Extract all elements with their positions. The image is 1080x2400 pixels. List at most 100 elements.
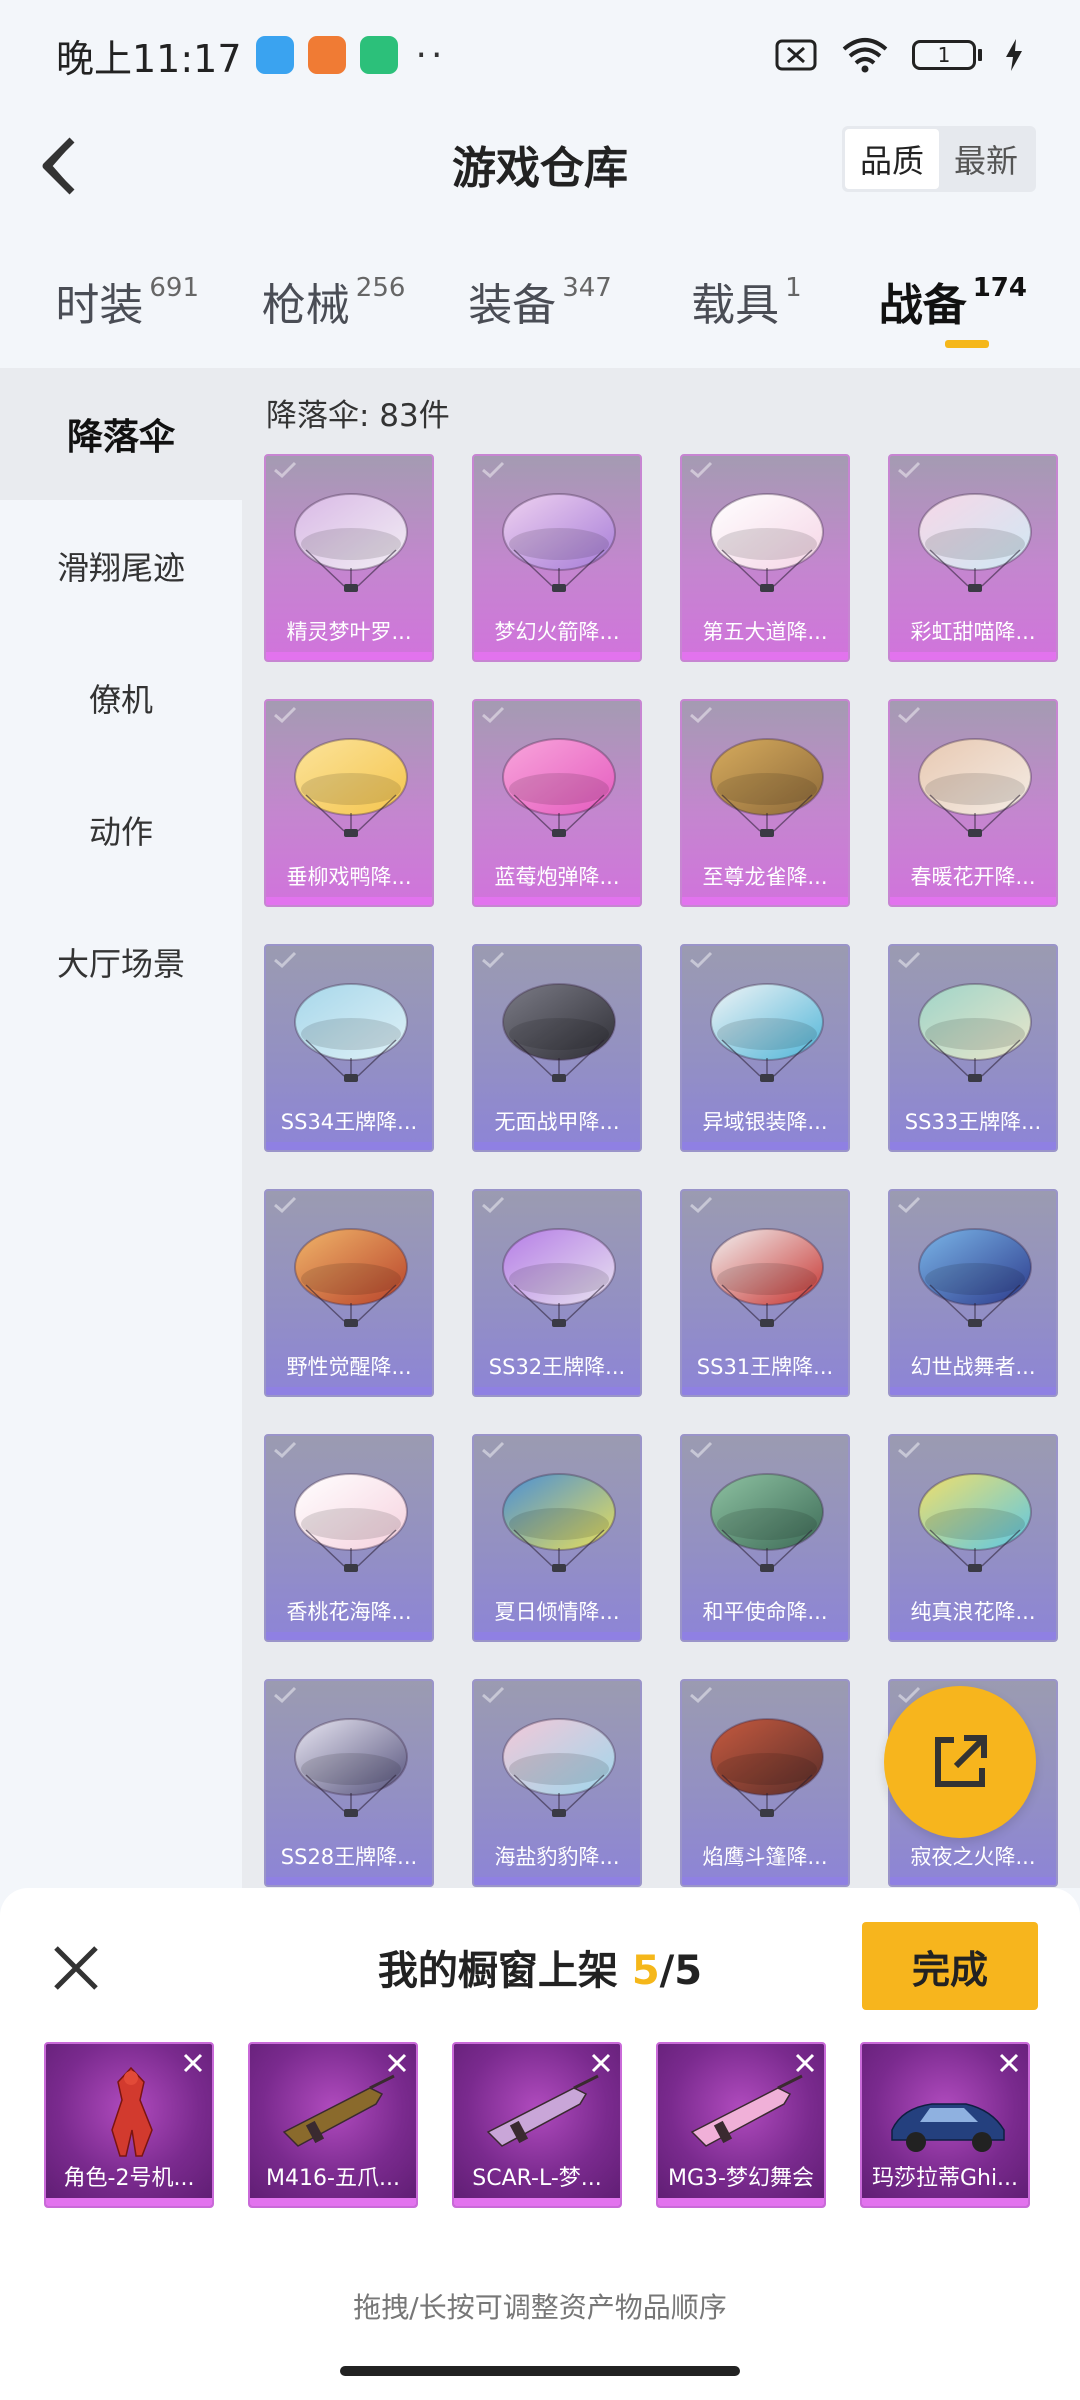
parachute-name: 蓝莓炮弹降...: [494, 865, 620, 889]
drag-hint: 拖拽/长按可调整资产物品顺序: [353, 2291, 727, 2324]
item-thumbnail: [486, 2074, 599, 2147]
rarity-bar: [46, 2198, 212, 2206]
parachute-card[interactable]: 精灵梦叶罗...: [264, 454, 434, 662]
showcase-slot-scar[interactable]: SCAR-L-梦...: [452, 2042, 622, 2208]
sidebar-item-lobby-scene[interactable]: 大厅场景: [0, 896, 242, 1028]
sort-toggle: 品质 最新: [842, 126, 1036, 192]
parachute-card[interactable]: 第五大道降...: [680, 454, 850, 662]
sidebar-item-wingman[interactable]: 僚机: [0, 632, 242, 764]
parachute-name: 至尊龙雀降...: [702, 865, 828, 889]
parachute-thumbnail: [918, 493, 1032, 592]
sidebar-item-parachute[interactable]: 降落伞: [0, 368, 242, 500]
tab-outfits[interactable]: 时装 691: [24, 255, 230, 360]
parachute-name: 无面战甲降...: [494, 1110, 620, 1134]
parachute-thumbnail: [294, 983, 408, 1082]
parachute-name: SS31王牌降...: [696, 1355, 834, 1379]
sort-latest-button[interactable]: 最新: [939, 129, 1033, 189]
parachute-card[interactable]: SS28王牌降...: [264, 1679, 434, 1887]
parachute-thumbnail: [710, 738, 824, 837]
parachute-card[interactable]: 春暖花开降...: [888, 699, 1058, 907]
showcase-slot-car[interactable]: 玛莎拉蒂Ghi...: [860, 2042, 1030, 2208]
parachute-card[interactable]: 野性觉醒降...: [264, 1189, 434, 1397]
parachute-card[interactable]: 海盐豹豹降...: [472, 1679, 642, 1887]
sidebar: 降落伞 滑翔尾迹 僚机 动作 大厅场景: [0, 368, 242, 1888]
check-icon: [482, 706, 505, 724]
rarity-bar: [454, 2198, 620, 2206]
check-icon: [898, 951, 921, 969]
parachute-thumbnail: [502, 1473, 616, 1572]
shop-app-icon: [307, 36, 346, 74]
parachute-card[interactable]: 无面战甲降...: [472, 944, 642, 1152]
tab-combat-gear[interactable]: 战备 174: [850, 255, 1056, 360]
showcase-item-name: 玛莎拉蒂Ghi...: [871, 2166, 1019, 2191]
sidebar-item-emote[interactable]: 动作: [0, 764, 242, 896]
parachute-card[interactable]: 香桃花海降...: [264, 1434, 434, 1642]
parachute-card[interactable]: SS34王牌降...: [264, 944, 434, 1152]
parachute-card[interactable]: SS32王牌降...: [472, 1189, 642, 1397]
parachute-thumbnail: [710, 1228, 824, 1327]
parachute-card[interactable]: 焰鹰斗篷降...: [680, 1679, 850, 1887]
parachute-thumbnail: [294, 1473, 408, 1572]
rarity-bar: [474, 1142, 640, 1150]
check-icon: [690, 951, 713, 969]
showcase-slot-m416[interactable]: M416-五爪...: [248, 2042, 418, 2208]
parachute-thumbnail: [294, 738, 408, 837]
parachute-card[interactable]: 蓝莓炮弹降...: [472, 699, 642, 907]
parachute-name: SS34王牌降...: [280, 1110, 418, 1134]
done-button[interactable]: 完成: [862, 1922, 1038, 2010]
parachute-card[interactable]: 至尊龙雀降...: [680, 699, 850, 907]
parachute-card[interactable]: 夏日倾情降...: [472, 1434, 642, 1642]
check-icon: [690, 1196, 713, 1214]
showcase-shelf: 角色-2号机... M416-五爪... SCAR-L-梦... MG3-梦幻舞会 玛莎…: [44, 2042, 1034, 2212]
parachute-name: 春暖花开降...: [910, 865, 1036, 889]
no-sim-icon: [775, 39, 817, 71]
share-button[interactable]: [884, 1686, 1036, 1838]
parachute-name: SS28王牌降...: [280, 1845, 418, 1869]
tab-vehicles[interactable]: 载具 1: [643, 255, 849, 360]
check-icon: [898, 1441, 921, 1459]
parachute-name: SS33王牌降...: [904, 1110, 1042, 1134]
parachute-card[interactable]: 垂柳戏鸭降...: [264, 699, 434, 907]
parachute-card[interactable]: 彩虹甜喵降...: [888, 454, 1058, 662]
parachute-thumbnail: [710, 1473, 824, 1572]
item-count: 降落伞: 83件: [266, 398, 450, 434]
parachute-name: 第五大道降...: [702, 620, 828, 644]
check-icon: [482, 1196, 505, 1214]
parachute-card[interactable]: 纯真浪花降...: [888, 1434, 1058, 1642]
rarity-bar: [266, 1142, 432, 1150]
rarity-bar: [890, 1387, 1056, 1395]
parachute-thumbnail: [918, 1473, 1032, 1572]
rarity-bar: [890, 897, 1056, 905]
rarity-bar: [474, 652, 640, 660]
parachute-card[interactable]: 和平使命降...: [680, 1434, 850, 1642]
parachute-thumbnail: [710, 493, 824, 592]
parachute-name: 香桃花海降...: [286, 1600, 412, 1624]
tab-equipment[interactable]: 装备 347: [437, 255, 643, 360]
external-link-icon: [935, 1735, 987, 1787]
parachute-card[interactable]: SS33王牌降...: [888, 944, 1058, 1152]
parachute-name: 幻世战舞者...: [910, 1355, 1036, 1379]
parachute-thumbnail: [918, 983, 1032, 1082]
tab-guns[interactable]: 枪械 256: [230, 255, 436, 360]
parachute-card[interactable]: SS31王牌降...: [680, 1189, 850, 1397]
home-indicator[interactable]: [340, 2366, 740, 2376]
rarity-bar: [682, 1142, 848, 1150]
parachute-card[interactable]: 梦幻火箭降...: [472, 454, 642, 662]
parachute-thumbnail: [918, 738, 1032, 837]
showcase-slot-mg3[interactable]: MG3-梦幻舞会: [656, 2042, 826, 2208]
parachute-card[interactable]: 异域银装降...: [680, 944, 850, 1152]
sort-quality-button[interactable]: 品质: [845, 129, 939, 189]
parachute-card[interactable]: 幻世战舞者...: [888, 1189, 1058, 1397]
header: 游戏仓库 品质 最新: [0, 110, 1080, 240]
rarity-bar: [266, 1632, 432, 1640]
parachute-name: 野性觉醒降...: [286, 1355, 412, 1379]
charging-icon: [1006, 39, 1022, 71]
rarity-bar: [890, 1632, 1056, 1640]
sidebar-item-glide-trail[interactable]: 滑翔尾迹: [0, 500, 242, 632]
rarity-bar: [890, 1142, 1056, 1150]
parachute-name: 和平使命降...: [702, 1600, 828, 1624]
status-time: 晚上11:17: [56, 36, 242, 81]
showcase-slot-character[interactable]: 角色-2号机...: [44, 2042, 214, 2208]
item-thumbnail: [111, 2066, 153, 2157]
check-icon: [482, 461, 505, 479]
